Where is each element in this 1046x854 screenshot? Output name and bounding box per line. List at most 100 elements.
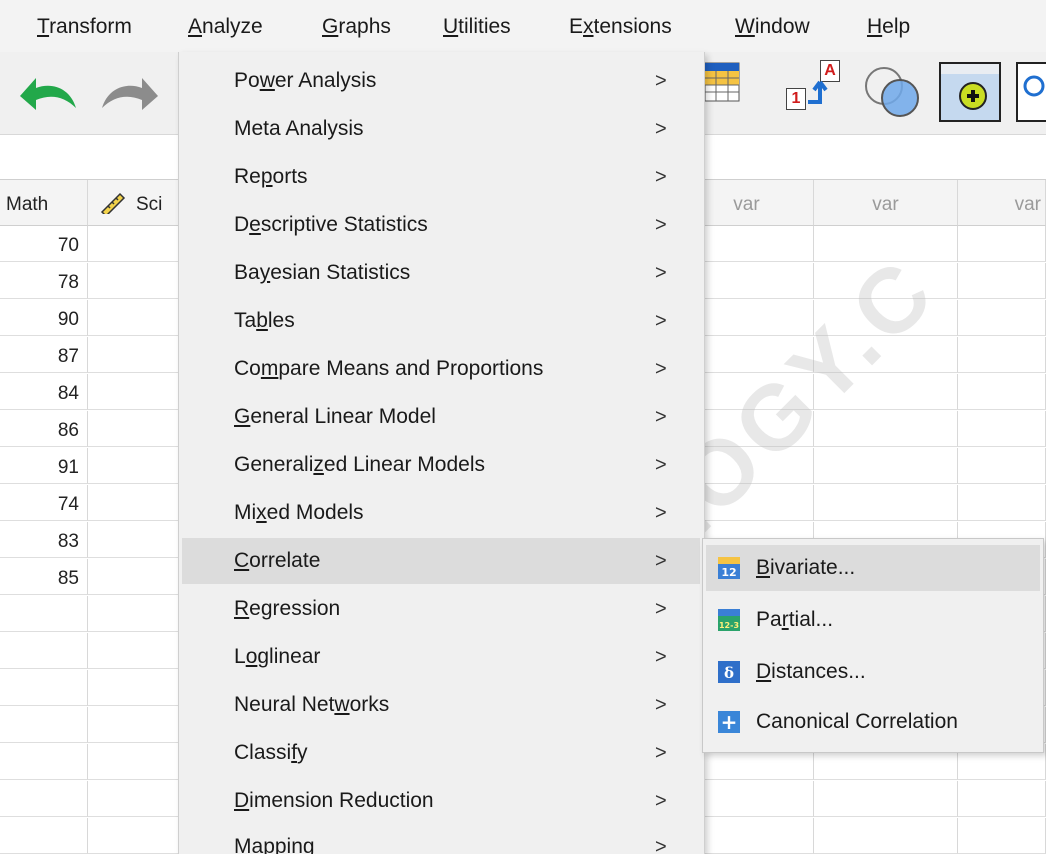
grid-cell[interactable]: [88, 633, 180, 669]
chevron-right-icon: >: [655, 406, 667, 428]
menu-item-tables[interactable]: Tables >: [182, 298, 700, 344]
grid-cell[interactable]: [958, 226, 1046, 262]
grid-cell[interactable]: [958, 818, 1046, 854]
grid-cell[interactable]: [88, 374, 180, 410]
grid-cell[interactable]: [814, 300, 958, 336]
grid-cell[interactable]: [958, 374, 1046, 410]
grid-cell-math[interactable]: 74: [0, 485, 88, 521]
menu-item-meta-analysis[interactable]: Meta Analysis >: [182, 106, 700, 152]
svg-text:+: +: [721, 711, 738, 733]
menu-help[interactable]: Help: [867, 10, 910, 44]
data-grid-icon[interactable]: [704, 62, 740, 102]
submenu-item-distances[interactable]: δ Distances...: [706, 649, 1040, 695]
grid-cell-math[interactable]: 90: [0, 300, 88, 336]
grid-cell-math[interactable]: 83: [0, 522, 88, 558]
column-header-var-3[interactable]: var: [958, 180, 1046, 226]
grid-cell-math[interactable]: 87: [0, 337, 88, 373]
menu-analyze[interactable]: Analyze: [188, 10, 263, 44]
grid-cell[interactable]: [814, 485, 958, 521]
grid-cell[interactable]: [88, 448, 180, 484]
menu-item-mapping[interactable]: Mapping >: [182, 824, 700, 854]
grid-cell[interactable]: [88, 337, 180, 373]
menu-item-compare-means[interactable]: Compare Means and Proportions >: [182, 346, 700, 392]
find-icon[interactable]: [1016, 62, 1046, 122]
grid-cell[interactable]: [88, 485, 180, 521]
menu-extensions[interactable]: Extensions: [569, 10, 672, 44]
grid-cell[interactable]: [88, 744, 180, 780]
menu-item-mixed-models[interactable]: Mixed Models >: [182, 490, 700, 536]
grid-cell-math[interactable]: [0, 707, 88, 743]
distances-icon: δ: [718, 661, 740, 683]
insert-variable-icon[interactable]: A 1: [786, 60, 842, 110]
submenu-item-canonical-correlation[interactable]: + Canonical Correlation: [706, 699, 1040, 745]
menu-bar: Transform Analyze Graphs Utilities Exten…: [0, 0, 1046, 52]
grid-cell[interactable]: [958, 411, 1046, 447]
grid-cell[interactable]: [814, 448, 958, 484]
menu-item-descriptive-statistics[interactable]: Descriptive Statistics >: [182, 202, 700, 248]
grid-cell[interactable]: [958, 781, 1046, 817]
menu-item-classify[interactable]: Classify >: [182, 730, 700, 776]
grid-cell[interactable]: [88, 781, 180, 817]
menu-item-loglinear[interactable]: Loglinear >: [182, 634, 700, 680]
grid-cell-math[interactable]: 86: [0, 411, 88, 447]
grid-cell[interactable]: [88, 596, 180, 632]
grid-cell-math[interactable]: [0, 670, 88, 706]
grid-cell-math[interactable]: 78: [0, 263, 88, 299]
grid-cell[interactable]: [88, 522, 180, 558]
menu-item-neural-networks[interactable]: Neural Networks >: [182, 682, 700, 728]
grid-cell[interactable]: [958, 300, 1046, 336]
column-header-math[interactable]: Math: [0, 180, 88, 226]
venn-icon[interactable]: [862, 64, 924, 120]
grid-cell-math[interactable]: [0, 744, 88, 780]
grid-cell[interactable]: [814, 411, 958, 447]
grid-cell-math[interactable]: 84: [0, 374, 88, 410]
grid-cell-math[interactable]: [0, 633, 88, 669]
menu-transform[interactable]: Transform: [37, 10, 132, 44]
grid-cell[interactable]: [958, 337, 1046, 373]
menu-item-regression[interactable]: Regression >: [182, 586, 700, 632]
grid-cell-math[interactable]: 91: [0, 448, 88, 484]
grid-cell[interactable]: [814, 818, 958, 854]
menu-utilities[interactable]: Utilities: [443, 10, 511, 44]
grid-cell[interactable]: [88, 707, 180, 743]
grid-cell[interactable]: [88, 263, 180, 299]
grid-cell[interactable]: [814, 781, 958, 817]
menu-item-power-analysis[interactable]: Power Analysis >: [182, 58, 700, 104]
grid-cell[interactable]: [88, 670, 180, 706]
grid-cell[interactable]: [958, 263, 1046, 299]
grid-cell[interactable]: [88, 559, 180, 595]
grid-cell[interactable]: [814, 374, 958, 410]
menu-item-general-linear-model[interactable]: General Linear Model >: [182, 394, 700, 440]
grid-cell[interactable]: [88, 411, 180, 447]
chevron-right-icon: >: [655, 214, 667, 236]
chevron-right-icon: >: [655, 550, 667, 572]
add-case-icon[interactable]: [939, 62, 1001, 122]
grid-cell-math[interactable]: 70: [0, 226, 88, 262]
menu-graphs[interactable]: Graphs: [322, 10, 391, 44]
menu-item-bayesian-statistics[interactable]: Bayesian Statistics >: [182, 250, 700, 296]
grid-cell[interactable]: [88, 226, 180, 262]
grid-cell[interactable]: [814, 263, 958, 299]
menu-item-generalized-linear-models[interactable]: Generalized Linear Models >: [182, 442, 700, 488]
column-header-science[interactable]: Sci: [88, 180, 180, 226]
grid-cell[interactable]: [958, 485, 1046, 521]
menu-window[interactable]: Window: [735, 10, 810, 44]
undo-icon[interactable]: [18, 74, 78, 114]
submenu-item-partial[interactable]: 12-3 Partial...: [706, 597, 1040, 643]
grid-cell-math[interactable]: [0, 818, 88, 854]
grid-cell[interactable]: [88, 300, 180, 336]
grid-cell[interactable]: [814, 337, 958, 373]
grid-cell-math[interactable]: [0, 596, 88, 632]
grid-cell[interactable]: [814, 226, 958, 262]
column-header-var-2[interactable]: var: [814, 180, 958, 226]
grid-cell[interactable]: [958, 448, 1046, 484]
grid-cell-math[interactable]: 85: [0, 559, 88, 595]
menu-item-dimension-reduction[interactable]: Dimension Reduction >: [182, 778, 700, 824]
grid-cell-math[interactable]: [0, 781, 88, 817]
menu-item-reports[interactable]: Reports >: [182, 154, 700, 200]
correlate-submenu: 12 Bivariate... 12-3 Partial... δ Distan…: [702, 538, 1044, 753]
submenu-item-bivariate[interactable]: 12 Bivariate...: [706, 545, 1040, 591]
redo-icon[interactable]: [100, 74, 162, 114]
grid-cell[interactable]: [88, 818, 180, 854]
menu-item-correlate[interactable]: Correlate >: [182, 538, 700, 584]
